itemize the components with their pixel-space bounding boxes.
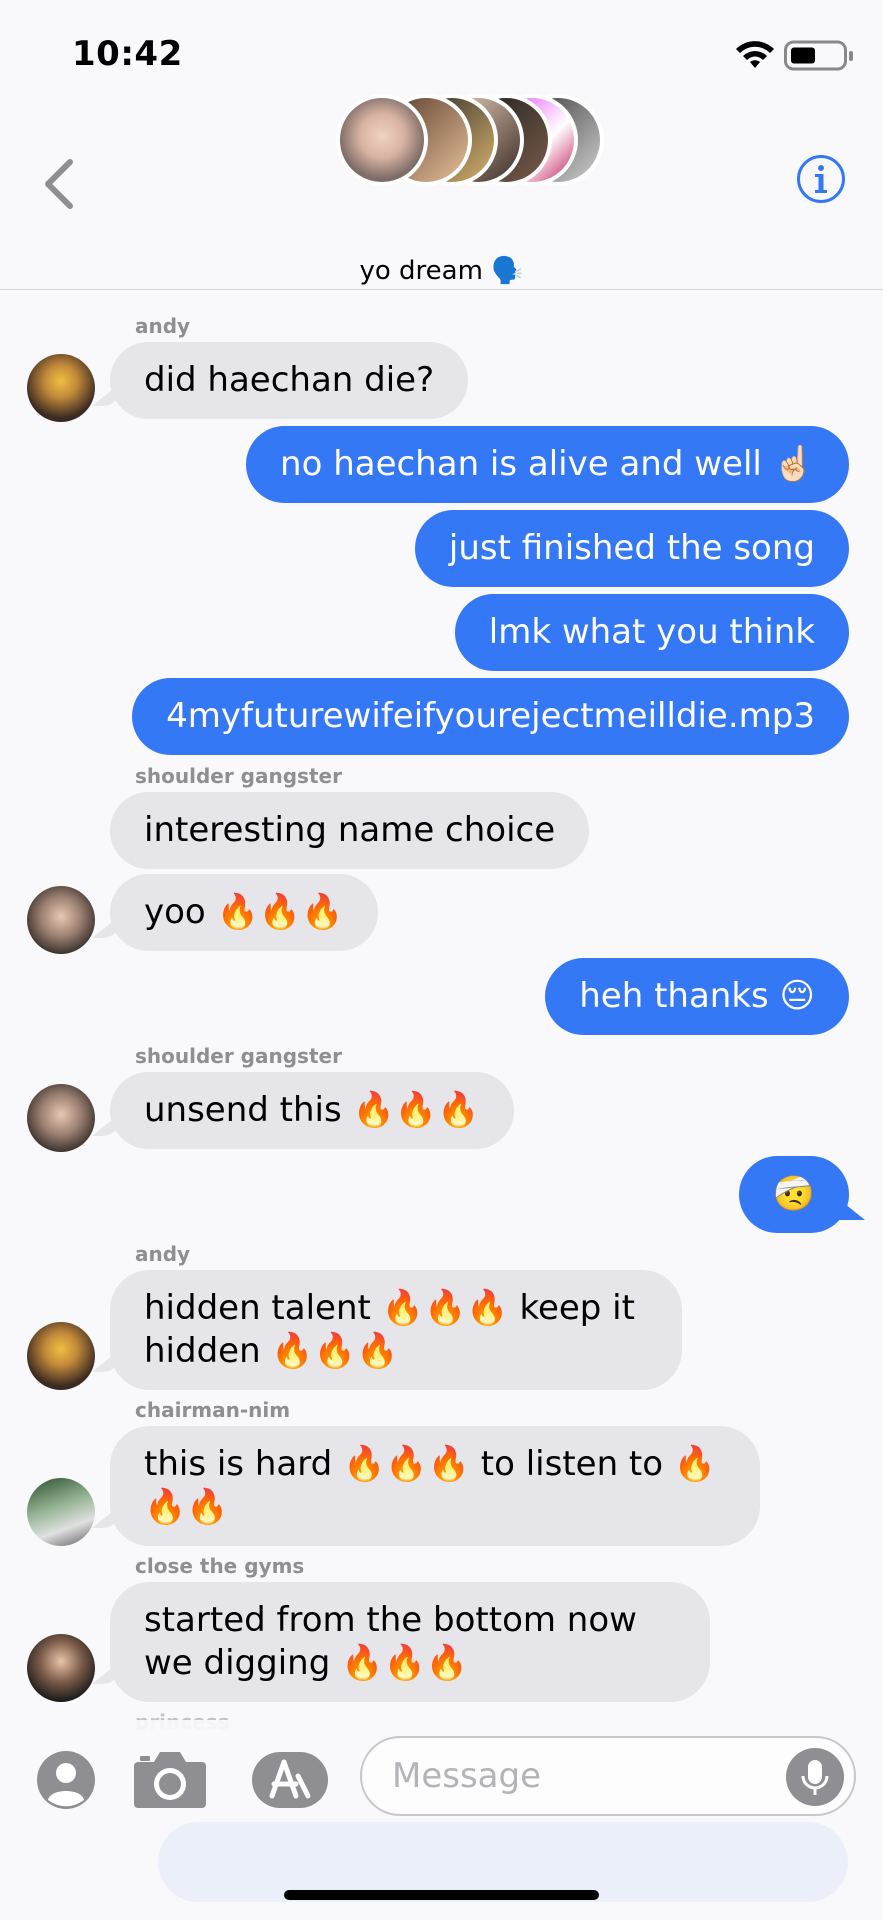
message-bubble-incoming[interactable]: hidden talent 🔥🔥🔥 keep it hidden 🔥🔥🔥	[110, 1270, 682, 1390]
message-bubble-outgoing[interactable]: heh thanks 😔	[545, 958, 849, 1035]
chat-title[interactable]: yo dream 🗣️	[0, 256, 883, 286]
avatar[interactable]	[27, 886, 95, 954]
message-bubble-incoming[interactable]: started from the bottom now we digging 🔥…	[110, 1582, 710, 1702]
sender-label: close the gyms	[135, 1554, 305, 1578]
camera-icon[interactable]	[132, 1748, 208, 1810]
app-store-icon[interactable]	[250, 1750, 330, 1810]
status-time: 10:42	[72, 34, 183, 74]
message-bubble-incoming[interactable]: unsend this 🔥🔥🔥	[110, 1072, 514, 1149]
message-bubble-incoming[interactable]: interesting name choice	[110, 792, 590, 869]
wifi-icon	[736, 41, 774, 68]
sender-label: andy	[135, 1242, 191, 1266]
status-bar: 10:42	[0, 0, 883, 100]
message-bubble-incoming[interactable]: yoo 🔥🔥🔥	[110, 874, 378, 951]
group-avatars[interactable]	[336, 94, 616, 194]
info-icon[interactable]	[796, 154, 846, 204]
microphone-icon[interactable]	[786, 1748, 844, 1806]
sender-label: andy	[135, 314, 191, 338]
avatar[interactable]	[27, 1322, 95, 1390]
message-bubble-outgoing[interactable]: just finished the song	[414, 510, 849, 587]
contact-icon[interactable]	[36, 1750, 96, 1810]
message-bubble-outgoing[interactable]: lmk what you think	[454, 594, 849, 671]
message-feed[interactable]: andy did haechan die? no haechan is aliv…	[0, 290, 883, 1730]
avatar[interactable]	[27, 1478, 95, 1546]
avatar[interactable]	[27, 1084, 95, 1152]
message-bubble-outgoing[interactable]: 4myfuturewifeifyourejectmeilldie.mp3	[132, 678, 849, 755]
chevron-left-icon[interactable]	[40, 156, 76, 212]
group-avatar-main	[336, 94, 428, 186]
battery-icon	[784, 40, 853, 71]
message-bubble-outgoing[interactable]: no haechan is alive and well ☝🏻	[246, 426, 849, 503]
avatar[interactable]	[27, 354, 95, 422]
sender-label: chairman-nim	[135, 1398, 291, 1422]
home-indicator[interactable]	[284, 1890, 599, 1900]
message-input[interactable]	[392, 1756, 752, 1796]
message-field[interactable]	[360, 1736, 856, 1816]
avatar[interactable]	[27, 1634, 95, 1702]
message-bubble-incoming[interactable]: did haechan die?	[110, 342, 469, 419]
conversation-header: yo dream 🗣️	[0, 90, 883, 290]
message-bubble-outgoing[interactable]: 🤕	[738, 1156, 849, 1233]
sender-label: shoulder gangster	[135, 1044, 342, 1068]
message-bubble-incoming[interactable]: this is hard 🔥🔥🔥 to listen to 🔥🔥🔥	[110, 1426, 760, 1546]
sender-label: shoulder gangster	[135, 764, 342, 788]
